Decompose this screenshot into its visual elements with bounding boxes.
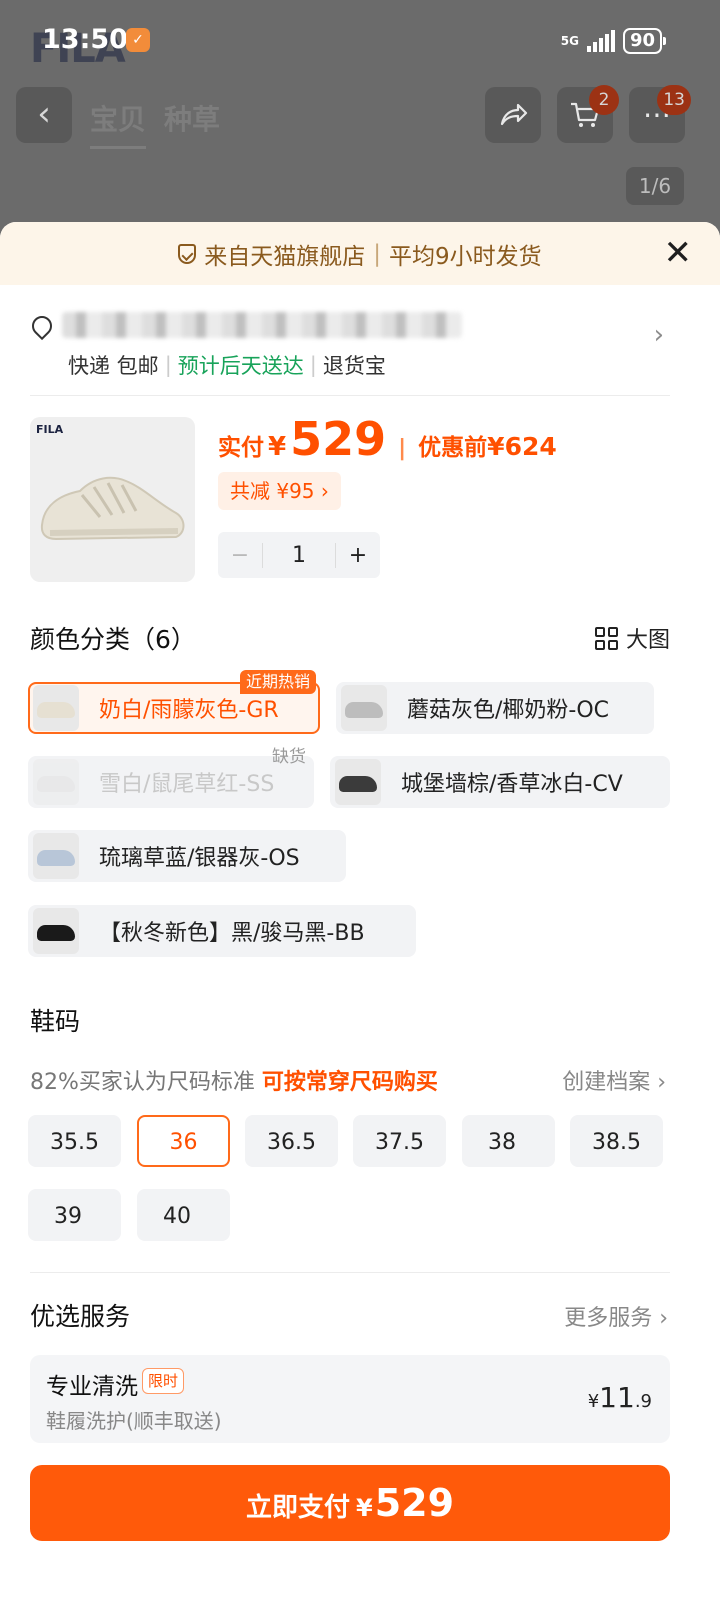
courier-label: 快递 包邮 [68,354,159,378]
color-label: 雪白/鼠尾草红-SS [99,772,275,797]
return-label: 退货宝 [322,354,386,378]
store-label: 来自天猫旗舰店 [204,243,366,270]
shipping-info: 快递 包邮 | 预计后天送达 | 退货宝 [68,350,386,380]
network-label: 5G [560,34,579,48]
tab-product[interactable]: 宝贝 [90,98,147,149]
cleaning-service-option[interactable]: 专业清洗 限时 鞋履洗护(顺丰取送) ¥ 11 .9 [30,1355,670,1443]
message-badge: 13 [657,85,691,115]
color-option-bb[interactable]: 【秋冬新色】黑/骏马黑-BB [28,905,416,957]
size-option[interactable]: 37.5 [353,1115,446,1167]
section-divider [30,1272,670,1273]
size-section-title: 鞋码 [30,1007,81,1036]
quantity-value[interactable]: 1 [262,542,336,568]
color-thumb [33,833,79,879]
size-option[interactable]: 39 [28,1189,121,1241]
grid-icon [594,626,618,650]
size-option[interactable]: 38.5 [570,1115,663,1167]
app-notification-icon: ✓ [126,28,150,52]
original-price-label: 优惠前 [418,435,488,461]
color-thumb [33,759,79,805]
decrease-button[interactable]: − [218,543,262,568]
quantity-stepper: − 1 + [218,532,380,578]
pay-currency: ¥ [355,1494,373,1522]
color-label: 【秋冬新色】黑/骏马黑-BB [99,921,365,946]
size-note-highlight: 可按常穿尺码购买 [261,1070,438,1095]
color-thumb [335,759,381,805]
signal-icon [586,30,615,52]
original-price-value: ¥624 [487,432,557,461]
shield-icon [178,243,197,264]
size-option-selected[interactable]: 36 [137,1115,230,1167]
price-row: 实付 ¥ 529 | 优惠前 ¥624 [218,412,557,466]
product-brand-mark: FILA [36,423,64,436]
battery-icon: 90 [622,28,667,54]
size-recommendation: 82%买家认为尺码标准 可按常穿尺码购买 [30,1064,438,1096]
paid-label: 实付 [218,435,264,461]
more-button[interactable]: ⋯ 13 [629,85,691,143]
service-price: ¥ 11 .9 [587,1381,652,1414]
size-note-prefix: 82%买家认为尺码标准 [30,1070,255,1095]
share-button[interactable] [485,87,541,143]
back-button[interactable]: ‹ [16,87,72,143]
more-services-link[interactable]: 更多服务 › [564,1300,668,1332]
size-option[interactable]: 35.5 [28,1115,121,1167]
status-time: 13:50 [42,24,128,55]
size-option[interactable]: 40 [137,1189,230,1241]
ship-time-label: 平均9小时发货 [389,243,542,270]
pay-amount: 529 [374,1481,455,1525]
color-thumb [341,685,387,731]
service-name: 专业清洗 [46,1374,138,1400]
out-of-stock-label: 缺货 [272,747,306,767]
sheet-header: 来自天猫旗舰店 | 平均9小时发货 ✕ [0,222,720,285]
location-icon [27,311,57,341]
color-thumb [33,685,79,731]
color-label: 蘑菇灰色/椰奶粉-OC [407,698,610,723]
price-value: 529 [290,412,387,466]
color-thumb [33,908,79,954]
address-redacted [62,312,462,338]
big-image-button[interactable]: 大图 [594,622,670,654]
increase-button[interactable]: + [336,543,380,568]
header-divider: | [373,240,382,267]
color-label: 城堡墙棕/香草冰白-CV [401,772,623,797]
top-tabs: 宝贝 种草 [90,98,220,149]
big-image-label: 大图 [625,628,670,653]
sku-sheet: 来自天猫旗舰店 | 平均9小时发货 ✕ 快递 包邮 | 预计后天送达 | 退货宝… [0,222,720,1610]
pay-label: 立即支付 [245,1493,350,1523]
color-option-cv[interactable]: 城堡墙棕/香草冰白-CV [330,756,670,808]
hot-sale-badge: 近期热销 [239,670,316,694]
color-option-os[interactable]: 琉璃草蓝/银器灰-OS [28,830,346,882]
price-currency: ¥ [268,432,287,462]
color-section-title: 颜色分类（6） [30,625,196,654]
tab-grass[interactable]: 种草 [164,98,220,149]
status-indicators: 5G 90 [560,28,667,54]
discount-chip[interactable]: 共减 ¥95 › [218,472,341,510]
chevron-right-icon: › [653,320,664,350]
size-option[interactable]: 38 [462,1115,555,1167]
service-section-title: 优选服务 [30,1302,131,1331]
create-profile-link[interactable]: 创建档案 › [562,1064,666,1096]
close-button[interactable]: ✕ [664,236,693,270]
cart-button[interactable]: 2 [557,85,619,143]
limited-time-badge: 限时 [142,1368,185,1394]
color-label: 奶白/雨朦灰色-GR [99,698,279,723]
pay-now-button[interactable]: 立即支付 ¥ 529 [30,1465,670,1541]
image-page-indicator: 1/6 [626,167,684,205]
color-option-gr[interactable]: 奶白/雨朦灰色-GR 近期热销 [28,670,320,734]
color-label: 琉璃草蓝/银器灰-OS [99,846,300,871]
service-description: 鞋履洗护(顺丰取送) [46,1409,222,1433]
product-image[interactable]: FILA [30,417,195,582]
address-row[interactable]: 快递 包邮 | 预计后天送达 | 退货宝 › [27,300,670,396]
eta-label: 预计后天送达 [177,354,304,378]
color-option-oc[interactable]: 蘑菇灰色/椰奶粉-OC [336,682,654,734]
cart-badge: 2 [589,85,619,115]
size-option[interactable]: 36.5 [245,1115,338,1167]
shoe-image [40,476,185,541]
share-icon [500,103,528,126]
